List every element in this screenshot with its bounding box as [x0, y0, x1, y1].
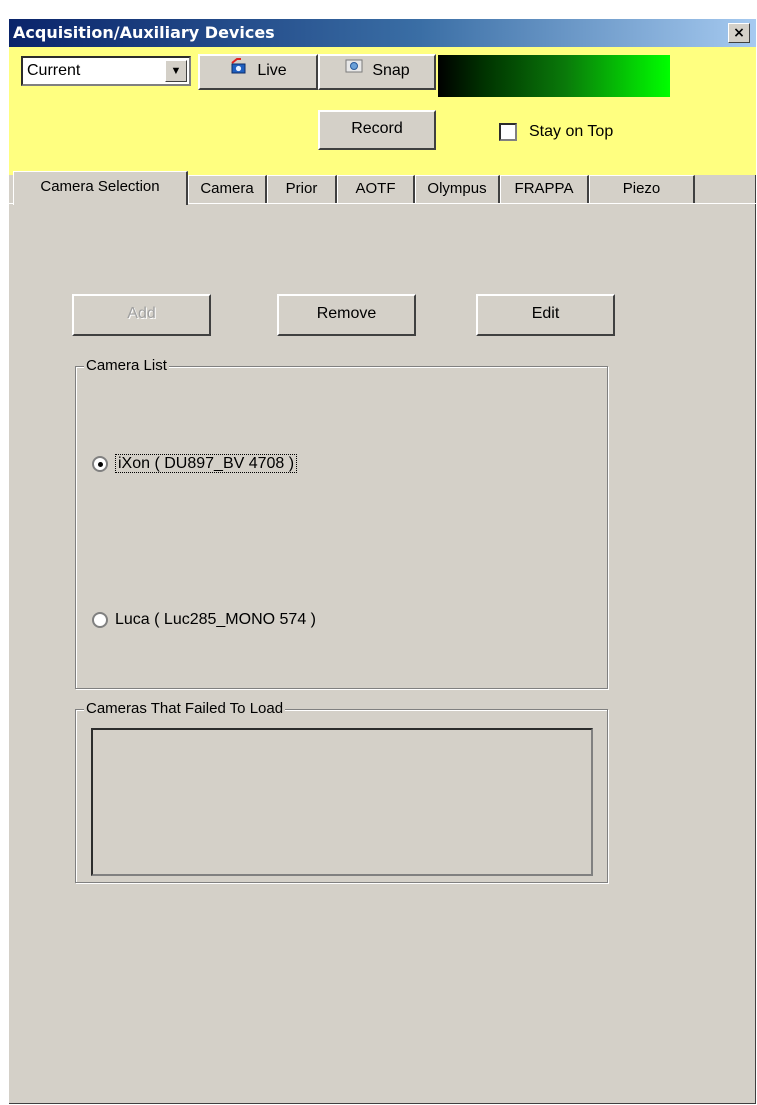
- snap-button[interactable]: Snap: [318, 54, 436, 90]
- tab-olympus[interactable]: Olympus: [415, 175, 500, 203]
- tab-aotf-label: AOTF: [355, 180, 396, 197]
- record-button-label: Record: [351, 120, 403, 137]
- stay-on-top-label: Stay on Top: [529, 123, 614, 140]
- tab-camera[interactable]: Camera: [188, 175, 267, 203]
- mode-select-value: Current: [27, 62, 81, 79]
- mode-select[interactable]: Current ▼: [21, 56, 191, 86]
- add-button-label: Add: [127, 305, 156, 322]
- tab-camera-selection[interactable]: Camera Selection: [13, 171, 188, 205]
- tab-camera-label: Camera: [200, 180, 254, 197]
- tab-frappa-label: FRAPPA: [514, 180, 574, 197]
- camera-list-group: Camera List: [75, 357, 608, 689]
- close-icon: ×: [733, 25, 745, 41]
- camera-label-ixon-text: iXon ( DU897_BV 4708 ): [115, 454, 298, 473]
- remove-button[interactable]: Remove: [277, 294, 416, 336]
- tab-prior-label: Prior: [285, 180, 318, 197]
- camera-label-ixon[interactable]: iXon ( DU897_BV 4708 ): [115, 454, 298, 473]
- tab-piezo-label: Piezo: [622, 180, 661, 197]
- edit-button-label: Edit: [531, 305, 560, 322]
- snap-button-label: Snap: [372, 62, 410, 79]
- camera-radio-ixon[interactable]: [92, 456, 108, 472]
- close-button[interactable]: ×: [728, 23, 750, 43]
- record-button[interactable]: Record: [318, 110, 436, 150]
- camera-list-title: Camera List: [84, 357, 169, 374]
- tab-prior[interactable]: Prior: [267, 175, 337, 203]
- add-button[interactable]: Add: [72, 294, 211, 336]
- stay-on-top-checkbox[interactable]: [499, 123, 517, 141]
- tab-frappa[interactable]: FRAPPA: [500, 175, 589, 203]
- snap-icon: [344, 56, 364, 86]
- camera-label-luca[interactable]: Luca ( Luc285_MONO 574 ): [115, 611, 316, 629]
- failed-cameras-title: Cameras That Failed To Load: [84, 700, 286, 717]
- title-bar[interactable]: Acquisition/Auxiliary Devices ×: [9, 19, 756, 47]
- acquisition-toolbar: Current ▼ Live Snap Record Stay on Top: [9, 47, 756, 175]
- tab-aotf[interactable]: AOTF: [337, 175, 415, 203]
- edit-button[interactable]: Edit: [476, 294, 615, 336]
- camera-icon: [229, 56, 249, 86]
- live-button-label: Live: [257, 62, 287, 79]
- tab-piezo[interactable]: Piezo: [589, 175, 695, 203]
- camera-radio-luca[interactable]: [92, 612, 108, 628]
- tab-olympus-label: Olympus: [427, 180, 487, 197]
- live-button[interactable]: Live: [198, 54, 318, 90]
- tab-camera-selection-label: Camera Selection: [40, 178, 160, 195]
- chevron-down-icon[interactable]: ▼: [165, 60, 187, 82]
- failed-cameras-list[interactable]: [91, 728, 593, 876]
- window-title: Acquisition/Auxiliary Devices: [13, 23, 275, 42]
- remove-button-label: Remove: [316, 305, 377, 322]
- acquisition-window: Acquisition/Auxiliary Devices × Current …: [8, 18, 756, 1104]
- signal-level-bar: [438, 55, 670, 97]
- radio-selected-dot: [98, 462, 103, 467]
